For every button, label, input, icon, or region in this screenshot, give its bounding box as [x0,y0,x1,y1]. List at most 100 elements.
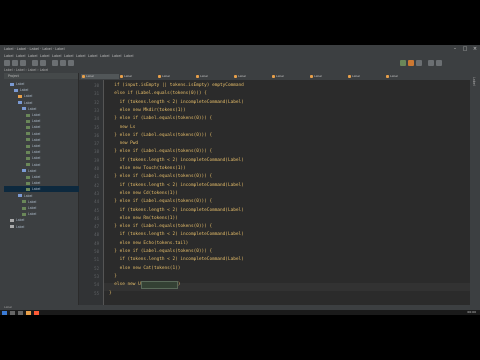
refresh-icon[interactable] [20,60,26,66]
tree-item-label: Label [24,94,33,99]
folder-icon[interactable] [4,60,10,66]
line-number: 51 [94,257,99,263]
editor-tab[interactable]: Label [271,74,309,79]
tree-item[interactable]: Label [4,137,40,143]
editor-tab[interactable]: Label [309,74,347,79]
tree-item-label: Label [32,144,41,148]
line-number: 30 [94,83,99,88]
tree-item-label: Label [16,82,25,86]
ide-icon[interactable] [34,310,39,315]
tree-item-label: Label [32,137,41,142]
paste-icon[interactable] [68,60,74,66]
tree-item-label: Label [28,168,37,173]
tree-item[interactable]: Label [4,81,24,87]
tree-item-label: Label [32,150,41,155]
line-number: 55 [94,290,99,296]
tree-item[interactable]: Label [4,155,40,161]
file-icon [26,113,30,117]
maximize-icon[interactable]: □ [460,46,470,52]
editor-tab[interactable]: Label [233,74,271,79]
line-number: 45 [94,207,99,213]
code-line: if (tokens.length < 2) incompleteCommand… [109,182,244,188]
task-view-icon[interactable] [18,310,23,315]
tree-item[interactable]: Label [4,93,32,99]
right-tool-strip[interactable]: Label [470,73,480,305]
code-line: if (tokens.length < 2) incompleteCommand… [109,232,244,238]
tree-item[interactable]: Label [4,124,40,130]
search-icon[interactable] [436,60,442,66]
tree-item[interactable]: Label [4,193,32,199]
editor-tab[interactable]: Label [81,74,119,79]
tree-item[interactable]: Label [4,174,40,180]
tree-item[interactable]: Label [4,106,36,112]
tree-item-label: Label [32,131,41,136]
tree-item[interactable]: Label [4,217,24,223]
code-line: else new Echo(tokens.tail) [109,240,189,246]
file-icon [26,138,30,142]
tree-item[interactable]: Label [4,149,40,155]
tree-item-label: Label [32,162,41,167]
tree-item[interactable]: Label [4,118,40,124]
editor-tab[interactable]: Label [119,74,157,79]
editor-tab[interactable]: Label [157,74,195,79]
explorer-icon[interactable] [26,310,31,315]
code-line: new Ls [109,124,136,130]
tree-item[interactable]: Label [4,162,40,168]
line-number: 37 [94,141,99,147]
line-number: 32 [94,99,99,105]
line-number: 41 [94,174,99,180]
cut-icon[interactable] [52,60,58,66]
debug-icon[interactable] [408,60,414,66]
save-icon[interactable] [12,60,18,66]
line-number: 54 [94,282,99,288]
redo-icon[interactable] [40,60,46,66]
stop-icon[interactable] [416,60,422,66]
line-number: 52 [94,265,99,271]
line-number: 39 [94,157,99,163]
run-icon[interactable] [400,60,406,66]
tree-item-label: Label [32,119,41,124]
file-icon [10,225,14,229]
copy-icon[interactable] [60,60,66,66]
tree-item[interactable]: Label [4,87,28,93]
tree-item[interactable]: Label [4,100,32,106]
file-icon [26,132,30,136]
editor-tab[interactable]: Label [385,74,423,79]
tree-item[interactable]: Label [4,112,40,118]
tree-item[interactable]: Label [4,211,36,217]
editor-tab[interactable]: Label [347,74,385,79]
code-line: else new Rm(tokens(1)) [109,215,178,221]
tree-item[interactable]: Label [4,168,36,174]
search-icon[interactable] [10,310,15,315]
line-number: 47 [94,224,99,230]
line-number: 48 [94,232,99,238]
file-icon [26,187,30,191]
code-line: else new Mkdir(tokens(1)) [109,107,186,113]
line-number: 33 [94,107,99,113]
code-editor[interactable]: 30 31 32 33 34 35 36 37 38 39 40 41 42 43 44 45 46 47 48 49… [79,80,470,305]
letterbox-top [0,0,480,45]
minimize-icon[interactable]: – [450,46,460,52]
tree-item[interactable]: Label [4,143,40,149]
undo-icon[interactable] [32,60,38,66]
settings-icon[interactable] [428,60,434,66]
breadcrumb-path[interactable]: Label › Label › Label › Label [0,68,48,72]
start-icon[interactable] [2,310,7,315]
tree-item[interactable]: Label [4,180,40,186]
file-icon [26,175,30,179]
status-text: Label [4,305,13,309]
tree-item[interactable]: Label [4,205,36,211]
editor-tab[interactable]: Label [195,74,233,79]
tree-item-label: Label [32,175,41,179]
project-panel-header[interactable]: Project [4,73,78,79]
line-number: 53 [94,273,99,279]
file-icon [22,107,26,111]
close-icon[interactable]: × [470,46,480,52]
tree-item-label: Label [24,193,33,198]
right-panel-label[interactable]: Label [472,77,476,86]
tree-item[interactable]: Label [4,131,40,137]
tree-item[interactable]: Label [4,199,36,205]
code-line: if (tokens.length < 2) incompleteCommand… [109,207,244,213]
file-icon [26,163,30,167]
tree-item[interactable]: Label [4,224,24,230]
